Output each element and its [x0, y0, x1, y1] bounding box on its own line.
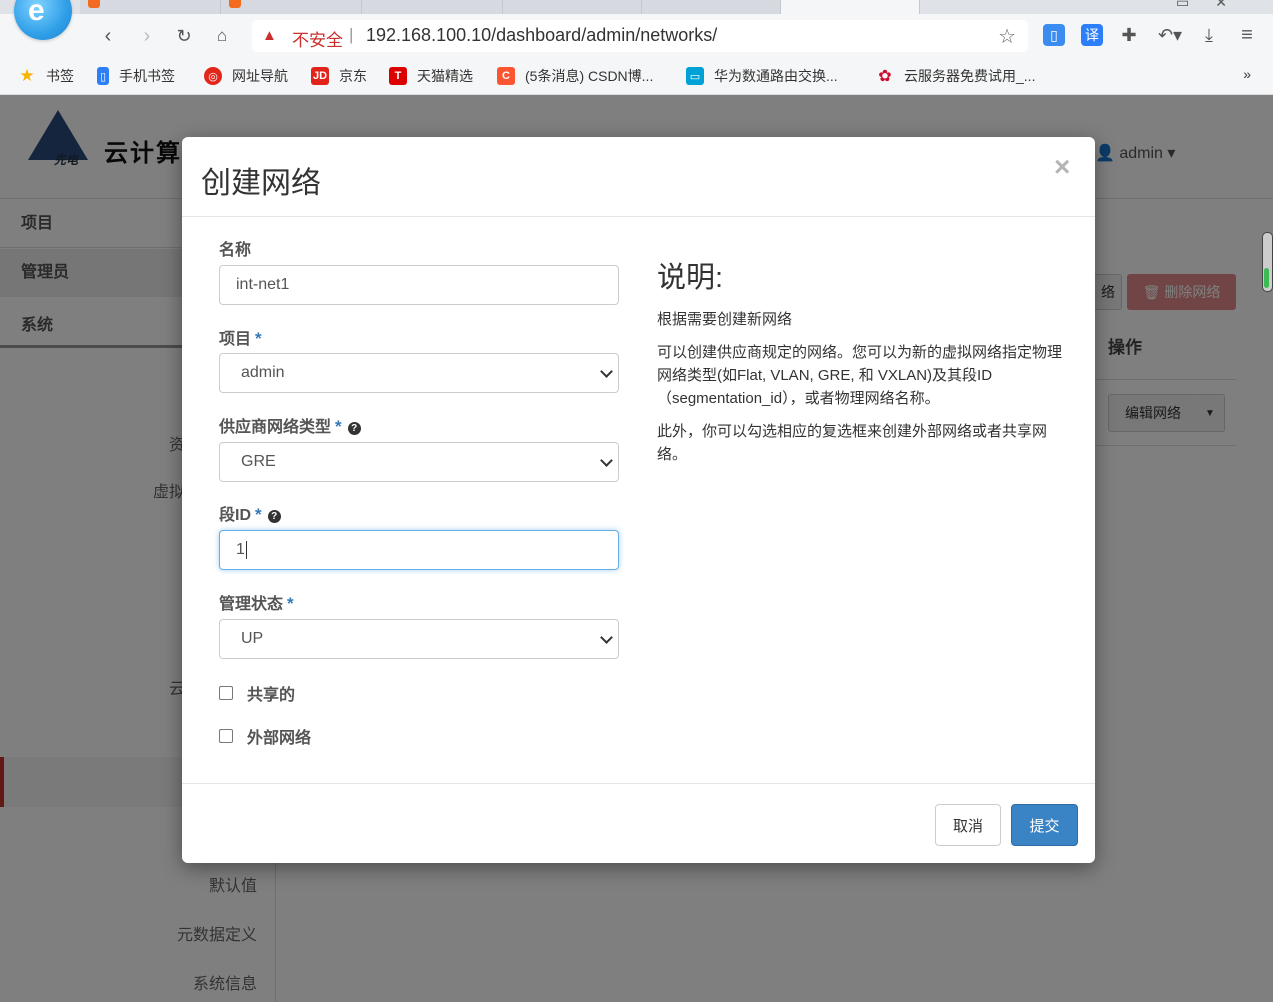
window-controls[interactable]: ▭✕ [1176, 0, 1253, 11]
provider-type-label: 供应商网络类型 *? [219, 413, 361, 437]
description-text: 此外，你可以勾选相应的复选框来创建外部网络或者共享网络。 [657, 423, 1048, 463]
bookmark-item[interactable]: ✿ 云服务器免费试用_... [876, 66, 1035, 86]
home-icon[interactable]: ⌂ [208, 22, 236, 50]
reload-icon[interactable]: ↻ [170, 22, 198, 50]
shared-checkbox-label: 共享的 [247, 687, 296, 704]
text-cursor [245, 541, 247, 559]
bilibili-icon: ▭ [686, 67, 704, 85]
csdn-icon: C [497, 67, 515, 85]
description-title: 说明: [657, 262, 724, 294]
description-panel: 说明: 根据需要创建新网络 可以创建供应商规定的网络。您可以为新的虚拟网络指定物… [657, 254, 1062, 476]
provider-type-select[interactable]: GRE [219, 442, 619, 482]
bookmark-item[interactable]: C (5条消息) CSDN博... [497, 66, 653, 86]
scrollbar-thumb[interactable] [1264, 268, 1269, 288]
required-marker: * [287, 594, 294, 613]
menu-icon[interactable]: ≡ [1236, 24, 1258, 46]
puzzle-icon[interactable]: ✚ [1118, 24, 1140, 46]
star-icon: ★ [19, 66, 35, 85]
bookmark-label: 手机书签 [119, 68, 175, 84]
translate-icon[interactable]: 译 [1081, 24, 1103, 46]
required-marker: * [255, 505, 262, 524]
address-separator: | [349, 25, 354, 44]
nav-icon: ◎ [204, 67, 222, 85]
admin-state-label: 管理状态 * [219, 590, 294, 614]
close-icon[interactable]: × [1054, 151, 1070, 183]
url-text[interactable]: 192.168.100.10/dashboard/admin/networks/ [366, 25, 717, 46]
segment-id-label-text: 段ID [219, 507, 252, 524]
modal-title: 创建网络 [201, 167, 321, 200]
provider-type-label-text: 供应商网络类型 [219, 419, 332, 436]
bookmarks-more-icon[interactable]: » [1243, 66, 1251, 82]
shared-checkbox[interactable] [219, 686, 233, 700]
warning-icon: ▲ [262, 27, 277, 44]
browser-navbar: ‹ › ↻ ⌂ ▲ 不安全 | 192.168.100.10/dashboard… [0, 14, 1273, 58]
bookmark-item[interactable]: ▭ 华为数通路由交换... [686, 66, 838, 86]
browser-tab[interactable] [80, 0, 221, 14]
shared-checkbox-row[interactable]: 共享的 [219, 681, 295, 705]
browser-tab[interactable] [503, 0, 642, 14]
bookmark-item[interactable]: ▯ 手机书签 [97, 66, 175, 86]
create-network-modal: 创建网络 × 名称 int-net1 项目 * admin 供应商网络类型 *? G… [182, 137, 1095, 863]
required-marker: * [335, 417, 342, 436]
browser-tab-active[interactable] [781, 0, 920, 14]
browser-tab[interactable] [642, 0, 781, 14]
description-text: 可以创建供应商规定的网络。您可以为新的虚拟网络指定物理网络类型(如Flat, V… [657, 344, 1063, 407]
bookmark-label: 云服务器免费试用_... [904, 68, 1036, 84]
huawei-icon: ✿ [878, 68, 892, 85]
bookmark-label: 书签 [46, 68, 74, 84]
undo-icon[interactable]: ↶▾ [1155, 24, 1185, 46]
external-checkbox-row[interactable]: 外部网络 [219, 724, 311, 748]
bookmark-label: 网址导航 [232, 68, 288, 84]
help-icon[interactable]: ? [267, 510, 281, 523]
phone-icon: ▯ [97, 67, 109, 85]
project-label-text: 项目 [219, 331, 252, 348]
modal-header: 创建网络 × [182, 137, 1095, 217]
segment-id-label: 段ID *? [219, 501, 281, 525]
bookmark-item[interactable]: JD 京东 [311, 66, 367, 86]
admin-state-select-value: UP [241, 630, 264, 647]
browser-tab-strip: ▭✕ [0, 0, 1273, 14]
bookmark-item[interactable]: T 天猫精选 [389, 66, 473, 86]
segment-id-value: 1 [236, 541, 245, 558]
required-marker: * [255, 329, 262, 348]
back-icon[interactable]: ‹ [94, 22, 122, 50]
insecure-label[interactable]: 不安全 [292, 26, 343, 51]
forward-icon[interactable]: › [133, 22, 161, 50]
bookmark-label: (5条消息) CSDN博... [525, 68, 654, 84]
browser-tab[interactable] [362, 0, 503, 14]
external-checkbox-label: 外部网络 [247, 730, 312, 747]
submit-button[interactable]: 提交 [1011, 804, 1078, 846]
segment-id-input[interactable]: 1 [219, 530, 619, 570]
chevron-down-icon [600, 365, 613, 378]
chevron-down-icon [600, 631, 613, 644]
bookmark-label: 天猫精选 [417, 68, 473, 84]
project-select-value: admin [241, 364, 285, 381]
help-icon[interactable]: ? [347, 422, 361, 435]
project-select[interactable]: admin [219, 353, 619, 393]
modal-footer: 取消 提交 [182, 783, 1095, 864]
bookmark-label: 华为数通路由交换... [714, 68, 838, 84]
project-label: 项目 * [219, 325, 262, 349]
browser-tab[interactable] [221, 0, 362, 14]
bookmark-label: 京东 [339, 68, 367, 84]
download-icon[interactable]: ⤓ [1198, 24, 1220, 46]
admin-state-label-text: 管理状态 [219, 596, 284, 613]
name-input[interactable]: int-net1 [219, 265, 619, 305]
chevron-down-icon [600, 454, 613, 467]
admin-state-select[interactable]: UP [219, 619, 619, 659]
extension-icon[interactable]: ▯ [1043, 24, 1065, 46]
bookmark-item[interactable]: ◎ 网址导航 [204, 66, 288, 86]
name-label: 名称 [219, 242, 252, 259]
description-text: 根据需要创建新网络 [657, 311, 793, 328]
tmall-icon: T [389, 67, 407, 85]
provider-type-select-value: GRE [241, 453, 276, 470]
cancel-button[interactable]: 取消 [935, 804, 1001, 846]
bookmarks-bar: ★ 书签 ▯ 手机书签 ◎ 网址导航 JD 京东 T 天猫精选 C (5条消息) CSDN博… [0, 58, 1273, 95]
bookmark-item[interactable]: ★ 书签 [18, 66, 74, 86]
bookmark-star-icon[interactable]: ☆ [998, 24, 1016, 49]
external-checkbox[interactable] [219, 729, 233, 743]
jd-icon: JD [311, 67, 329, 85]
address-bar[interactable]: ▲ 不安全 | 192.168.100.10/dashboard/admin/n… [252, 20, 1028, 52]
